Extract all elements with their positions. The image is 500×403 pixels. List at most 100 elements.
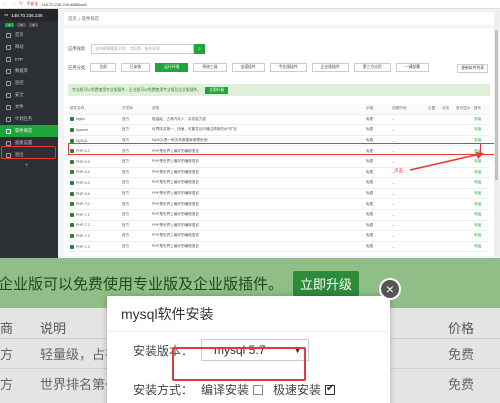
install-button[interactable]: 安装 xyxy=(474,212,490,217)
col-developer: 开发商 xyxy=(122,106,133,111)
breadcrumb-separator: / xyxy=(78,16,80,22)
tab-installed[interactable]: 已安装 xyxy=(120,63,151,72)
clock-icon xyxy=(6,116,11,122)
install-button[interactable]: 安装 xyxy=(474,180,490,185)
install-button[interactable]: 安装 xyxy=(474,191,490,196)
sidebar-item-label: 文件 xyxy=(15,104,24,109)
address-bar[interactable]: 148.70.236.239:8888/soft xyxy=(41,2,86,7)
software-price: 免费 xyxy=(366,191,374,196)
install-button[interactable]: 安装 xyxy=(474,127,490,132)
tab-enterprise-plugins[interactable]: 企业版插件 xyxy=(311,63,349,72)
software-price: 免费 xyxy=(366,180,374,185)
software-name-text: PHP-7.2 xyxy=(76,223,90,228)
tab-one-click[interactable]: 一键部署 xyxy=(395,63,429,72)
count-badge: 0 xyxy=(5,23,14,27)
software-price: 免费 xyxy=(366,127,374,132)
tab-third-party[interactable]: 第三方应用 xyxy=(353,63,391,72)
tab-all[interactable]: 全部 xyxy=(90,63,116,72)
tab-pro-plugins[interactable]: 专业版插件 xyxy=(269,63,307,72)
software-description: PHP是世界上最好的编程语言 xyxy=(152,169,199,174)
table-row: PHP-5.6 官方 PHP是世界上最好的编程语言 免费 -- 安装 xyxy=(68,189,490,200)
forward-icon[interactable]: → xyxy=(11,1,16,7)
modal-title: mysql软件安装 xyxy=(107,296,390,332)
sidebar-item-home[interactable]: 首页 xyxy=(0,29,58,41)
sidebar-item-label: 数据库 xyxy=(15,68,28,73)
software-description: PHP是世界上最好的编程语言 xyxy=(152,191,199,196)
table-row: PHP-7.4 官方 PHP是世界上最好的编程语言 免费 -- 安装 xyxy=(68,242,490,253)
upgrade-button[interactable]: 立即升级 xyxy=(205,86,229,94)
sidebar-item-ftp[interactable]: FTP xyxy=(0,53,58,65)
software-description: PHP是世界上最好的编程语言 xyxy=(152,201,199,206)
highlight-software-store xyxy=(1,146,56,159)
install-button[interactable]: 安装 xyxy=(474,202,490,207)
software-name: PHP-7.4 xyxy=(68,244,122,249)
scrollbar-thumb[interactable] xyxy=(495,30,498,180)
sidebar-item-cron[interactable]: 计划任务 xyxy=(0,113,58,125)
software-name: Nginx xyxy=(68,117,122,122)
install-button[interactable]: 安装 xyxy=(474,223,490,228)
software-description: PHP是世界上最好的编程语言 xyxy=(152,244,199,249)
software-developer: 官方 xyxy=(122,116,130,121)
col-status: 状态 xyxy=(442,106,450,111)
tab-runtime[interactable]: 运行环境 xyxy=(155,63,189,72)
sidebar: ▭ 148.70.236.239 0 0 0 首页 网站 FTP 数据库 监控 … xyxy=(0,9,58,258)
count-badge: 0 xyxy=(29,23,38,27)
software-developer: 官方 xyxy=(122,180,130,185)
software-name-text: MySQL xyxy=(76,138,88,143)
software-name: Apache xyxy=(68,127,122,132)
sidebar-item-monitor[interactable]: 监控 xyxy=(0,77,58,89)
zoomed-cell: 免费 xyxy=(448,347,475,362)
compile-checkbox[interactable] xyxy=(253,384,264,395)
sidebar-item-label: 计划任务 xyxy=(15,116,33,121)
software-name-text: PHP-5.3 xyxy=(76,159,90,164)
software-price: 免费 xyxy=(366,244,374,249)
zoomed-cell: 免费 xyxy=(448,377,475,392)
col-description: 说明 xyxy=(152,106,160,111)
software-description: 世界排名第一，快速、可靠并且可通过简单的API扩充 xyxy=(152,127,237,132)
software-name-text: PHP-7.1 xyxy=(76,212,90,217)
tab-bt-plugins[interactable]: 宝塔插件 xyxy=(231,63,265,72)
tab-system-tools[interactable]: 系统工具 xyxy=(193,63,227,72)
globe-icon xyxy=(6,44,11,50)
software-developer: 官方 xyxy=(122,127,130,132)
reload-icon[interactable]: ↻ xyxy=(19,1,23,7)
col-operation: 操作 xyxy=(474,106,482,111)
col-price: 价格 xyxy=(366,106,374,111)
software-expiry: -- xyxy=(392,244,395,249)
sidebar-item-website[interactable]: 网站 xyxy=(0,41,58,53)
breadcrumb-home[interactable]: 首页 xyxy=(68,16,77,22)
close-icon[interactable]: × xyxy=(379,278,401,300)
search-button[interactable]: ⌕ xyxy=(194,44,206,54)
software-name: PHP-5.4 xyxy=(68,170,122,175)
zoomed-upgrade-button[interactable]: 立即升级 xyxy=(293,270,360,296)
table-row: PHP-7.0 官方 PHP是世界上最好的编程语言 免费 -- 安装 xyxy=(68,199,490,210)
sidebar-item-database[interactable]: 数据库 xyxy=(0,65,58,77)
method-field: 安装方式： 编译安装 极速安装 xyxy=(133,381,345,398)
red-arrow-icon xyxy=(409,152,484,171)
software-expiry: -- xyxy=(392,191,395,196)
fast-checkbox[interactable] xyxy=(325,383,336,395)
sidebar-item-software-store[interactable]: 软件商店 xyxy=(0,125,58,137)
highlight-version-select xyxy=(172,347,306,381)
update-list-button[interactable]: 更新软件列表 xyxy=(457,64,488,73)
upgrade-banner: 专业版可以免费使用专业版插件，企业版可以免费使用专业版及企业版插件。 立即升级 xyxy=(68,84,490,96)
fast-label: 极速安装 xyxy=(273,383,322,397)
sidebar-item-files[interactable]: 文件 xyxy=(0,101,58,113)
sidebar-item-label: 监控 xyxy=(15,80,24,85)
software-name-text: PHP-7.0 xyxy=(76,202,90,207)
software-name: PHP-5.3 xyxy=(68,159,122,164)
install-button[interactable]: 安装 xyxy=(474,117,490,122)
search-label: 应用搜索 xyxy=(68,46,86,51)
software-developer: 官方 xyxy=(122,244,130,249)
install-button[interactable]: 安装 xyxy=(474,244,490,249)
sidebar-item-security[interactable]: 安全 xyxy=(0,89,58,101)
search-icon: ⌕ xyxy=(198,46,202,52)
breadcrumb-current: 软件商店 xyxy=(81,16,99,21)
install-button[interactable]: 安装 xyxy=(474,233,490,238)
folder-icon xyxy=(6,104,11,110)
software-logo-icon xyxy=(70,223,74,228)
back-icon[interactable]: ← xyxy=(3,1,8,7)
search-input[interactable]: 支持模糊搜索名称、字段等、插件说明 xyxy=(91,44,195,54)
add-icon[interactable]: + xyxy=(0,163,58,169)
zoomed-cell: 方 xyxy=(0,377,14,392)
